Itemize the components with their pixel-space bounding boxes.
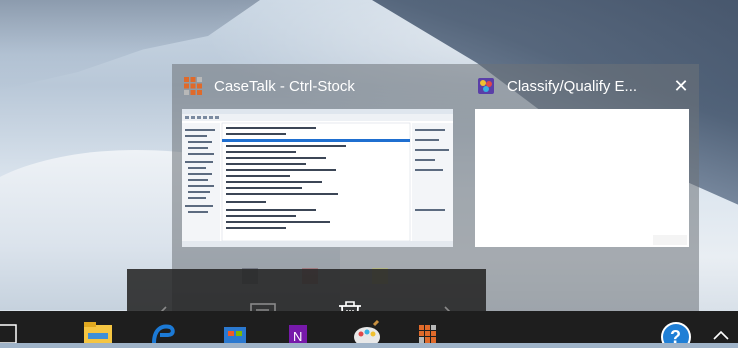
window-title: Classify/Qualify E...	[507, 77, 638, 95]
casetalk-thumbnail-content	[182, 109, 453, 247]
taskbar: N ?	[0, 311, 738, 348]
show-hidden-icons-chevron	[713, 330, 729, 340]
taskbar-casetalk[interactable]	[413, 319, 443, 343]
thumbnail-detail	[653, 235, 687, 245]
taskbar-file-explorer[interactable]	[80, 319, 116, 343]
file-explorer-icon	[84, 322, 112, 343]
task-view-button[interactable]	[0, 319, 22, 344]
taskbar-edge[interactable]	[150, 319, 176, 344]
taskbar-paint[interactable]	[352, 319, 382, 347]
svg-text:?: ?	[670, 327, 681, 343]
paint-icon	[354, 319, 380, 347]
taskbar-store[interactable]	[222, 319, 248, 343]
window-tile-header: Classify/Qualify E...	[465, 64, 699, 108]
taskbar-help[interactable]: ?	[660, 319, 692, 348]
task-view-icon	[0, 324, 17, 344]
window-thumbnail-casetalk	[182, 109, 453, 247]
window-thumbnail-classify	[475, 109, 689, 247]
window-title: CaseTalk - Ctrl-Stock	[214, 77, 355, 95]
help-icon: ?	[661, 322, 691, 348]
casetalk-app-icon	[184, 77, 202, 95]
svg-text:N: N	[293, 329, 302, 343]
window-tile-classify[interactable]: Classify/Qualify E... ✕	[465, 64, 699, 312]
casetalk-icon	[419, 325, 436, 343]
close-window-button[interactable]: ✕	[667, 72, 695, 100]
onenote-icon: N	[289, 325, 307, 344]
store-icon	[224, 327, 246, 343]
edge-icon	[152, 324, 175, 344]
close-icon: ✕	[673, 75, 689, 96]
show-hidden-icons-button[interactable]	[708, 319, 734, 343]
window-tile-header: CaseTalk - Ctrl-Stock	[172, 64, 464, 108]
taskbar-onenote[interactable]: N	[285, 319, 311, 344]
classify-app-icon	[478, 78, 494, 94]
